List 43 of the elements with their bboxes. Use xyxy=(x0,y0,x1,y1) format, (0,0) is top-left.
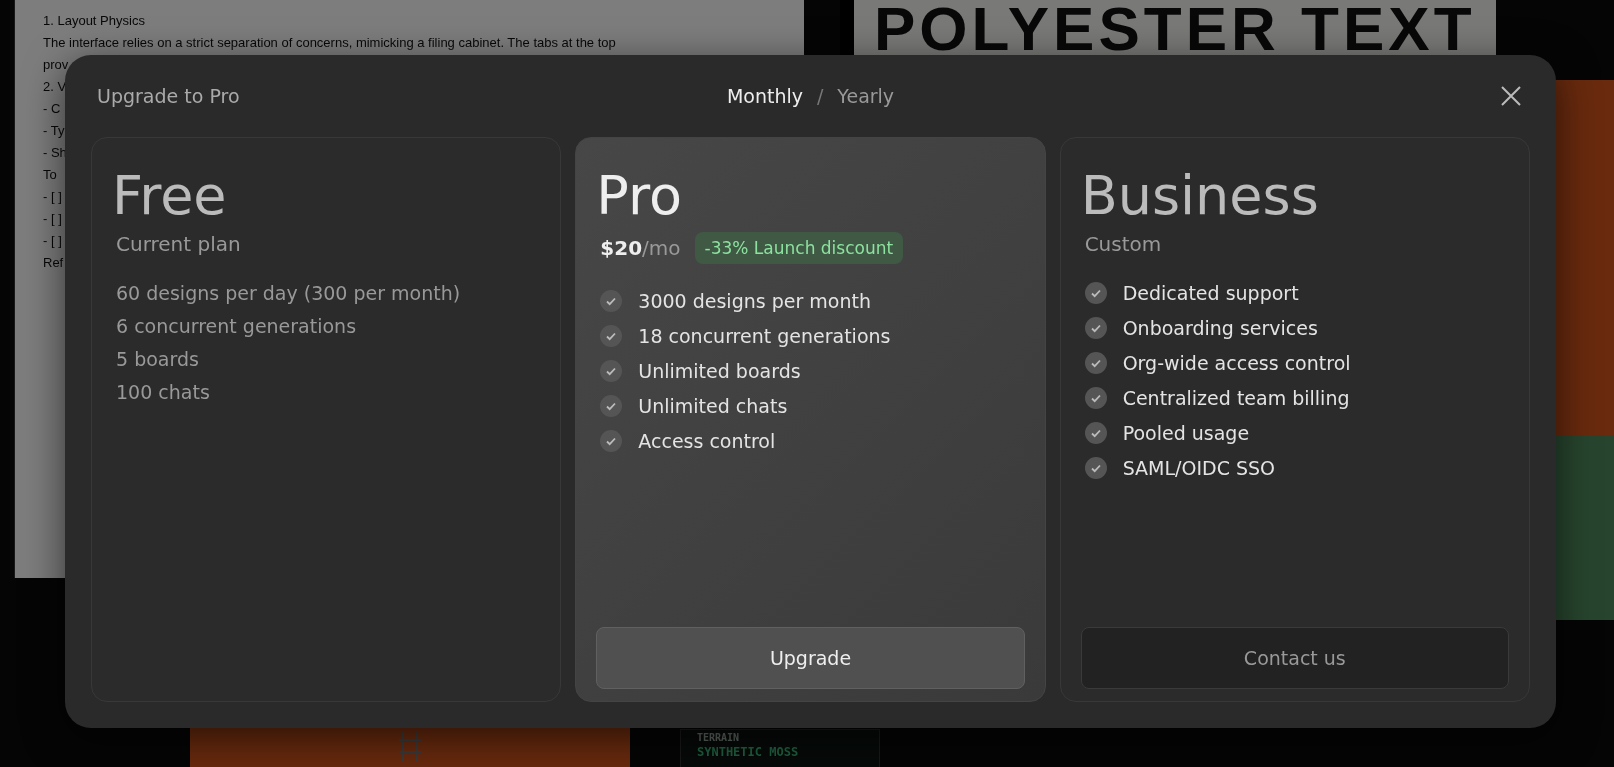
plan-feature: 60 designs per day (300 per month) xyxy=(116,282,461,304)
plan-feature: SAML/OIDC SSO xyxy=(1122,457,1276,479)
plan-name: Business xyxy=(1080,164,1320,228)
document-line: - Ty xyxy=(43,123,65,138)
plan-price: $20/mo xyxy=(600,236,681,260)
document-line: - C xyxy=(43,101,61,116)
plan-subtitle: Current plan xyxy=(116,232,242,256)
dialog-title: Upgrade to Pro xyxy=(97,85,240,107)
plan-feature: 3000 designs per month xyxy=(638,290,871,312)
plan-feature: Onboarding services xyxy=(1122,317,1318,339)
plan-feature: 5 boards xyxy=(116,348,199,370)
discount-badge: -33% Launch discount xyxy=(694,232,904,264)
plan-feature: Centralized team billing xyxy=(1122,387,1350,409)
plan-feature: Org-wide access control xyxy=(1122,352,1351,374)
document-line: - [ ] xyxy=(43,211,62,226)
document-paragraph: The interface relies on a strict separation of concerns, mimicking a filing cabinet. The tabs at the top xyxy=(43,34,617,52)
poster-title: POLYESTER TEXT xyxy=(840,0,1496,58)
document-line: - [ ] xyxy=(43,233,62,248)
plan-feature: 100 chats xyxy=(116,381,210,403)
plan-feature: Dedicated support xyxy=(1122,282,1299,304)
billing-tab[interactable]: Yearly xyxy=(837,85,895,107)
plan-name: Free xyxy=(112,164,228,228)
plan-feature: Unlimited chats xyxy=(638,395,788,417)
billing-tab[interactable]: Monthly xyxy=(726,85,803,107)
plan-feature: Unlimited boards xyxy=(638,360,801,382)
plan-subtitle: Custom xyxy=(1084,232,1163,256)
document-heading: 1. Layout Physics xyxy=(43,12,146,30)
close-icon[interactable] xyxy=(1500,85,1522,107)
document-line: Ref xyxy=(43,255,64,270)
document-line: 2. V xyxy=(43,79,67,94)
plan-name: Pro xyxy=(596,164,683,228)
plan-feature: 6 concurrent generations xyxy=(116,315,357,337)
contact-button[interactable]: Contact us xyxy=(1080,627,1509,689)
document-line: prov xyxy=(43,57,69,72)
plan-feature: Access control xyxy=(638,430,776,452)
document-line: To xyxy=(43,167,57,182)
plan-feature: Pooled usage xyxy=(1122,422,1250,444)
upgrade-button[interactable]: Upgrade xyxy=(596,627,1025,689)
terrain-label: TERRAIN xyxy=(697,732,741,743)
document-line: - [ ] xyxy=(43,189,62,204)
tab-separator: / xyxy=(816,85,824,107)
terrain-value: SYNTHETIC MOSS xyxy=(697,745,800,759)
plan-feature: 18 concurrent generations xyxy=(638,325,891,347)
